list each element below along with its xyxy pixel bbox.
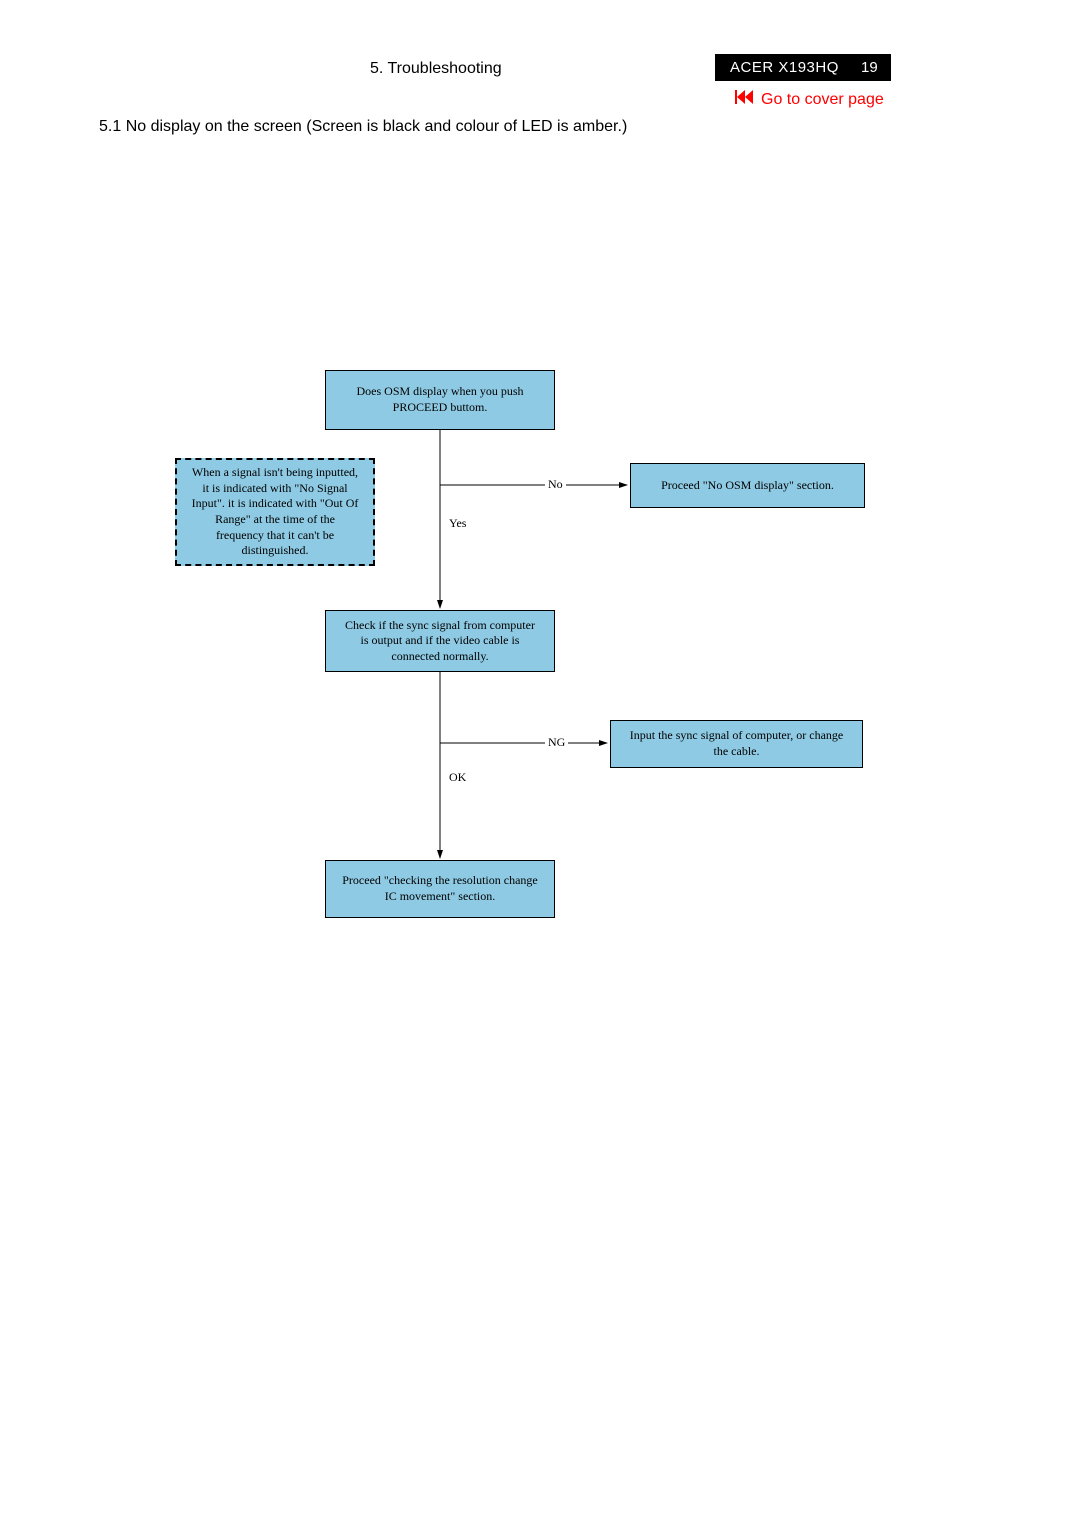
flow-box-osm-display: Does OSM display when you push PROCEED b… [325,370,555,430]
label-yes: Yes [446,516,469,531]
flow-box-input-sync: Input the sync signal of computer, or ch… [610,720,863,768]
rewind-icon [735,90,753,109]
subsection-heading: 5.1 No display on the screen (Screen is … [99,118,627,136]
flow-box-no-osm: Proceed "No OSM display" section. [630,463,865,508]
label-ok: OK [446,770,469,785]
flowchart: Does OSM display when you push PROCEED b… [175,360,895,980]
label-no: No [545,477,566,492]
go-to-cover-link[interactable]: Go to cover page [735,90,884,109]
section-title: 5. Troubleshooting [370,60,502,78]
model-badge: ACER X193HQ [715,54,854,81]
label-ng: NG [545,735,568,750]
flow-box-check-sync: Check if the sync signal from computer i… [325,610,555,672]
flow-note-signal: When a signal isn't being inputted, it i… [175,458,375,566]
cover-link-text: Go to cover page [761,91,884,109]
flow-box-resolution-ic: Proceed "checking the resolution change … [325,860,555,918]
page-number: 19 [848,54,891,81]
